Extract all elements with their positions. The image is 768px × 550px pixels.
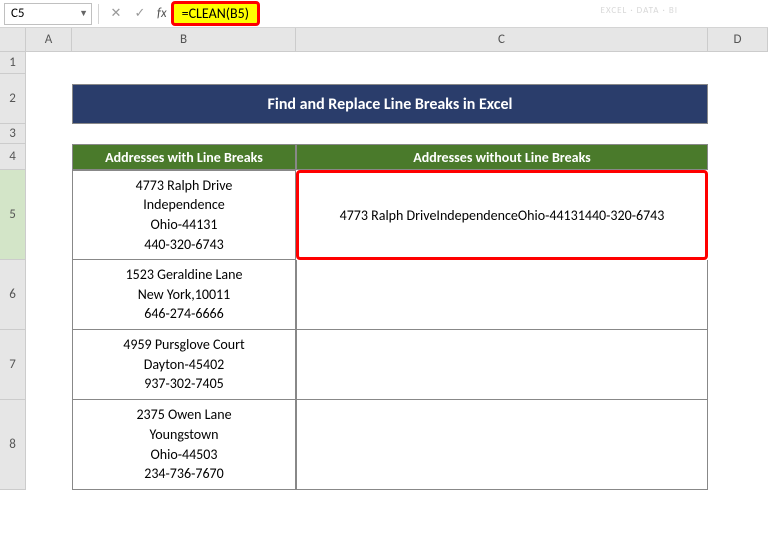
row-header-5[interactable]: 5 — [0, 170, 25, 260]
col-header-a[interactable]: A — [26, 28, 72, 51]
cell-c7[interactable] — [296, 330, 708, 400]
row-header-2[interactable]: 2 — [0, 74, 25, 124]
cell-c5-selected[interactable]: 4773 Ralph DriveIndependenceOhio-4413144… — [296, 170, 708, 260]
col-header-d[interactable]: D — [708, 28, 768, 51]
formula-input[interactable]: =CLEAN(B5) — [171, 1, 260, 26]
fx-icon[interactable]: fx — [157, 6, 167, 21]
cell-b6[interactable]: 1523 Geraldine Lane New York,10011 646-2… — [72, 260, 296, 330]
header-addresses-without-breaks[interactable]: Addresses without Line Breaks — [296, 144, 708, 170]
row-header-3[interactable]: 3 — [0, 124, 25, 144]
column-headers: A B C D — [26, 28, 768, 52]
row-header-7[interactable]: 7 — [0, 330, 25, 400]
header-addresses-with-breaks[interactable]: Addresses with Line Breaks — [72, 144, 296, 170]
cancel-icon[interactable]: ✕ — [109, 6, 123, 21]
watermark-sub: EXCEL · DATA · BI — [601, 5, 678, 16]
divider — [98, 4, 99, 24]
col-header-c[interactable]: C — [296, 28, 708, 51]
name-box-dropdown-icon[interactable]: ▼ — [79, 8, 88, 19]
cell-c6[interactable] — [296, 260, 708, 330]
name-box-value: C5 — [11, 6, 25, 21]
select-all-corner[interactable] — [0, 28, 26, 52]
enter-icon[interactable]: ✓ — [133, 6, 147, 21]
row-headers: 1 2 3 4 5 6 7 8 — [0, 52, 26, 490]
name-box[interactable]: C5 ▼ — [4, 3, 92, 25]
row-header-1[interactable]: 1 — [0, 52, 25, 74]
cell-c8[interactable] — [296, 400, 708, 490]
spreadsheet-grid: 1 2 3 4 5 6 7 8 A B C D Find and Replace… — [0, 28, 768, 550]
row-header-6[interactable]: 6 — [0, 260, 25, 330]
title-banner: Find and Replace Line Breaks in Excel — [72, 84, 708, 124]
cell-b8[interactable]: 2375 Owen Lane Youngstown Ohio-44503 234… — [72, 400, 296, 490]
cell-b5[interactable]: 4773 Ralph Drive Independence Ohio-44131… — [72, 170, 296, 260]
formula-bar-icons: ✕ ✓ — [105, 6, 151, 21]
watermark: exceldemy — [611, 0, 678, 2]
row-header-4[interactable]: 4 — [0, 144, 25, 170]
row-header-8[interactable]: 8 — [0, 400, 25, 490]
cell-b7[interactable]: 4959 Pursglove Court Dayton-45402 937-30… — [72, 330, 296, 400]
col-header-b[interactable]: B — [72, 28, 296, 51]
